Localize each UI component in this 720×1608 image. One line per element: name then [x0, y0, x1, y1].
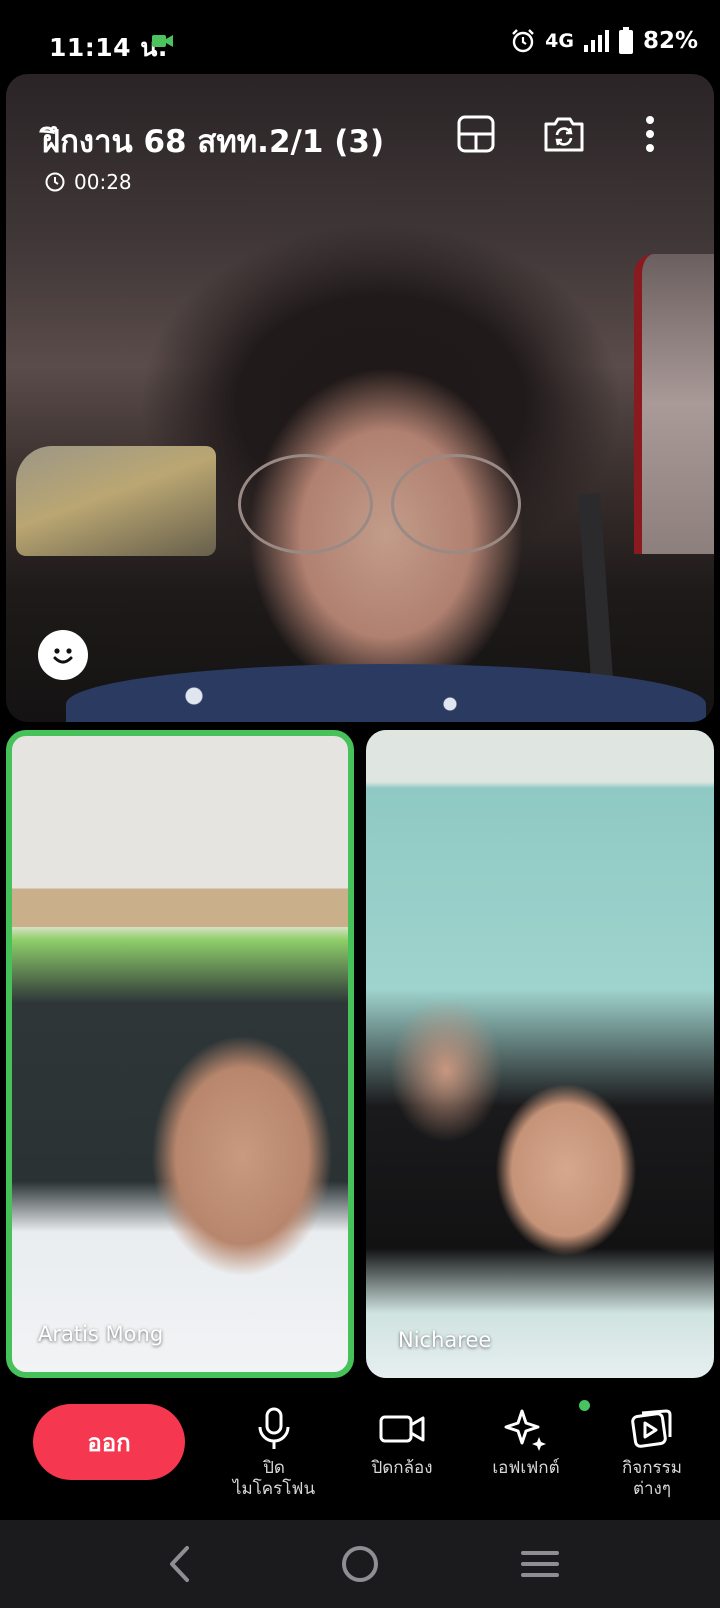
back-chevron-icon — [170, 1546, 189, 1582]
turn-off-camera-label: ปิดกล้อง — [371, 1458, 433, 1478]
battery-level: 82% — [642, 28, 698, 54]
activities-icon — [631, 1409, 672, 1448]
video-glasses-left — [238, 454, 373, 554]
status-bar: 11:14 น. 4G 82% — [0, 0, 720, 74]
effects-button[interactable]: เอฟเฟกต์ — [466, 1400, 590, 1479]
activities-label: กิจกรรม ต่างๆ — [621, 1458, 682, 1499]
reaction-button[interactable] — [38, 630, 88, 680]
turn-off-camera-button[interactable]: ปิดกล้อง — [342, 1406, 462, 1479]
main-video-tile[interactable]: ฝึกงาน 68 สทท.2/1 (3) 00:28 — [6, 74, 714, 722]
participant-tile[interactable]: Aratis Mong — [6, 730, 354, 1378]
participant-name: Aratis Mong — [38, 1322, 164, 1346]
system-nav-bar — [0, 1520, 720, 1608]
video-camera-icon — [379, 1415, 425, 1443]
call-title: ฝึกงาน 68 สทท.2/1 (3) — [42, 124, 385, 160]
more-vertical-icon — [646, 116, 654, 152]
participant-name: Nicharee — [398, 1328, 492, 1352]
layout-icon — [457, 115, 495, 153]
leave-call-button[interactable]: ออก — [33, 1404, 185, 1480]
smiley-icon — [53, 648, 73, 664]
video-camera-icon — [152, 35, 173, 47]
back-button[interactable] — [150, 1540, 210, 1588]
clock-icon — [45, 172, 65, 192]
menu-lines-icon — [521, 1551, 559, 1577]
video-glasses-right — [391, 454, 521, 554]
switch-camera-button[interactable] — [540, 110, 588, 158]
home-button[interactable] — [330, 1540, 390, 1588]
battery-icon — [618, 27, 633, 54]
activities-button[interactable]: กิจกรรม ต่างๆ — [592, 1406, 712, 1500]
home-circle-icon — [342, 1546, 378, 1582]
video-background — [16, 446, 216, 556]
new-indicator-dot — [579, 1400, 590, 1411]
call-duration: 00:28 — [74, 170, 132, 194]
network-type: 4G — [545, 30, 574, 52]
effects-label: เอฟเฟกต์ — [492, 1458, 560, 1478]
layout-button[interactable] — [452, 110, 500, 158]
sparkle-icon — [504, 1409, 546, 1451]
participant-tile[interactable]: Nicharee — [366, 730, 714, 1378]
recent-apps-button[interactable] — [510, 1540, 570, 1588]
mute-microphone-button[interactable]: ปิด ไมโครโฟน — [214, 1406, 334, 1500]
mute-microphone-label: ปิด ไมโครโฟน — [232, 1458, 316, 1499]
signal-icon — [583, 30, 609, 52]
call-control-bar: ออก ปิด ไมโครโฟน ปิดกล้อง เอฟเฟกต์ กิจกร… — [0, 1378, 720, 1520]
alarm-icon — [512, 29, 534, 53]
call-timer: 00:28 — [44, 170, 132, 194]
switch-camera-icon — [544, 117, 584, 152]
video-background-window — [634, 254, 714, 554]
status-time: 11:14 น. — [49, 33, 168, 62]
more-options-button[interactable] — [626, 110, 674, 158]
microphone-icon — [258, 1407, 290, 1449]
